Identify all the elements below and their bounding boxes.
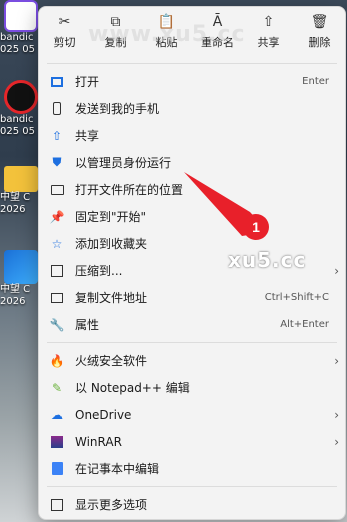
desktop-icon-label: bandic: [0, 32, 34, 43]
chevron-right-icon: ›: [334, 353, 339, 368]
bandicam-record-icon: [4, 80, 38, 114]
divider: [47, 342, 337, 343]
watermark-mid: xu5.cc: [228, 248, 307, 272]
share-label: 共享: [257, 36, 280, 49]
menu-item-label: 复制文件地址: [75, 291, 148, 305]
chevron-right-icon: ›: [334, 434, 339, 449]
folder-icon: [49, 182, 65, 198]
winrar-icon: [49, 434, 65, 450]
desktop-icon-zwcad[interactable]: 中望 C 2026: [0, 250, 40, 308]
menu-item-properties[interactable]: 🔧 属性 Alt+Enter: [39, 311, 345, 338]
menu-item-label: WinRAR: [75, 434, 122, 449]
share-icon: ⇧: [262, 14, 275, 30]
zip-icon: [49, 263, 65, 279]
menu-item-label: 打开文件所在的位置: [75, 183, 184, 197]
menu-item-share[interactable]: ⇧ 共享: [39, 122, 345, 149]
divider: [47, 486, 337, 487]
menu-item-label: 固定到"开始": [75, 210, 147, 224]
pin-icon: 📌: [49, 209, 65, 224]
shortcut-text: Alt+Enter: [280, 319, 329, 330]
phone-icon: [49, 101, 65, 117]
menu-item-send-to-phone[interactable]: 发送到我的手机: [39, 95, 345, 122]
desktop-icon-label: 中望 C: [0, 284, 31, 295]
trash-icon: 🗑: [310, 14, 329, 30]
menu-item-pin-to-start[interactable]: 📌 固定到"开始": [39, 203, 345, 230]
shortcut-text: Enter: [302, 76, 329, 87]
desktop-icon-sub: 025 05: [0, 126, 35, 137]
menu-item-label: 添加到收藏夹: [75, 237, 148, 251]
open-icon: [49, 74, 65, 90]
menu-item-label: 共享: [75, 129, 100, 143]
divider: [47, 63, 337, 64]
menu-item-label: 火绒安全软件: [75, 354, 148, 368]
menu-item-run-as-admin[interactable]: ⛊ 以管理员身份运行: [39, 149, 345, 176]
bandicam-logo-icon: [4, 0, 38, 32]
delete-button[interactable]: 🗑 删除: [296, 13, 344, 59]
menu-item-label: 打开: [75, 75, 100, 89]
menu-item-label: 发送到我的手机: [75, 102, 160, 116]
menu-item-label: 以管理员身份运行: [75, 156, 172, 170]
menu-item-open[interactable]: 打开 Enter: [39, 68, 345, 95]
menu-item-onedrive[interactable]: ☁ OneDrive ›: [39, 401, 345, 428]
menu-item-copy-path[interactable]: 复制文件地址 Ctrl+Shift+C: [39, 284, 345, 311]
menu-item-label: 属性: [75, 318, 100, 332]
menu-item-label: 显示更多选项: [75, 498, 148, 512]
desktop-icon-label: 中望 C: [0, 192, 31, 203]
menu-item-open-file-location[interactable]: 打开文件所在的位置: [39, 176, 345, 203]
desktop-icon-sub: 025 05: [0, 44, 35, 55]
cut-label: 剪切: [53, 36, 76, 49]
cloud-icon: ☁: [51, 407, 63, 422]
more-options-icon: [49, 497, 65, 513]
shield-icon: ⛊: [52, 155, 62, 169]
desktop-icon-label: bandic: [0, 114, 34, 125]
share-button[interactable]: ⇧ 共享: [245, 13, 293, 59]
notepad-icon: [49, 461, 65, 477]
zwcad-app-icon: [4, 250, 38, 284]
fire-icon: 🔥: [49, 353, 65, 368]
shortcut-text: Ctrl+Shift+C: [264, 292, 329, 303]
share-icon: ⇧: [51, 128, 63, 143]
menu-item-huorong[interactable]: 🔥 火绒安全软件 ›: [39, 347, 345, 374]
menu-item-label: OneDrive: [75, 407, 132, 422]
menu-item-label: 在记事本中编辑: [75, 462, 160, 476]
desktop-icon-bandicam-1[interactable]: bandic 025 05: [0, 0, 40, 56]
menu-item-notepad[interactable]: 在记事本中编辑: [39, 455, 345, 482]
folder-icon: [4, 166, 38, 192]
menu-item-notepadpp[interactable]: ✎ 以 Notepad++ 编辑: [39, 374, 345, 401]
desktop-icon-sub: 2026: [0, 204, 26, 215]
scissors-icon: ✂: [58, 14, 71, 30]
menu-item-winrar[interactable]: WinRAR ›: [39, 428, 345, 455]
menu-item-more-options[interactable]: 显示更多选项: [39, 491, 345, 518]
delete-label: 删除: [308, 36, 331, 49]
desktop-icon-zwcad-folder[interactable]: 中望 C 2026: [0, 166, 40, 216]
wrench-icon: 🔧: [49, 317, 65, 332]
star-icon: ☆: [51, 236, 63, 251]
menu-item-label: 以 Notepad++ 编辑: [75, 381, 190, 395]
chevron-right-icon: ›: [334, 263, 339, 278]
desktop-icon-bandicam-2[interactable]: bandic 025 05: [0, 80, 40, 138]
cut-button[interactable]: ✂ 剪切: [41, 13, 89, 59]
desktop-icon-sub: 2026: [0, 296, 26, 307]
chevron-right-icon: ›: [334, 407, 339, 422]
copy-path-icon: [49, 290, 65, 306]
notepadpp-icon: ✎: [51, 380, 63, 395]
menu-item-label: 压缩到...: [75, 264, 123, 278]
watermark-top: www.xu5.cc: [88, 22, 246, 47]
